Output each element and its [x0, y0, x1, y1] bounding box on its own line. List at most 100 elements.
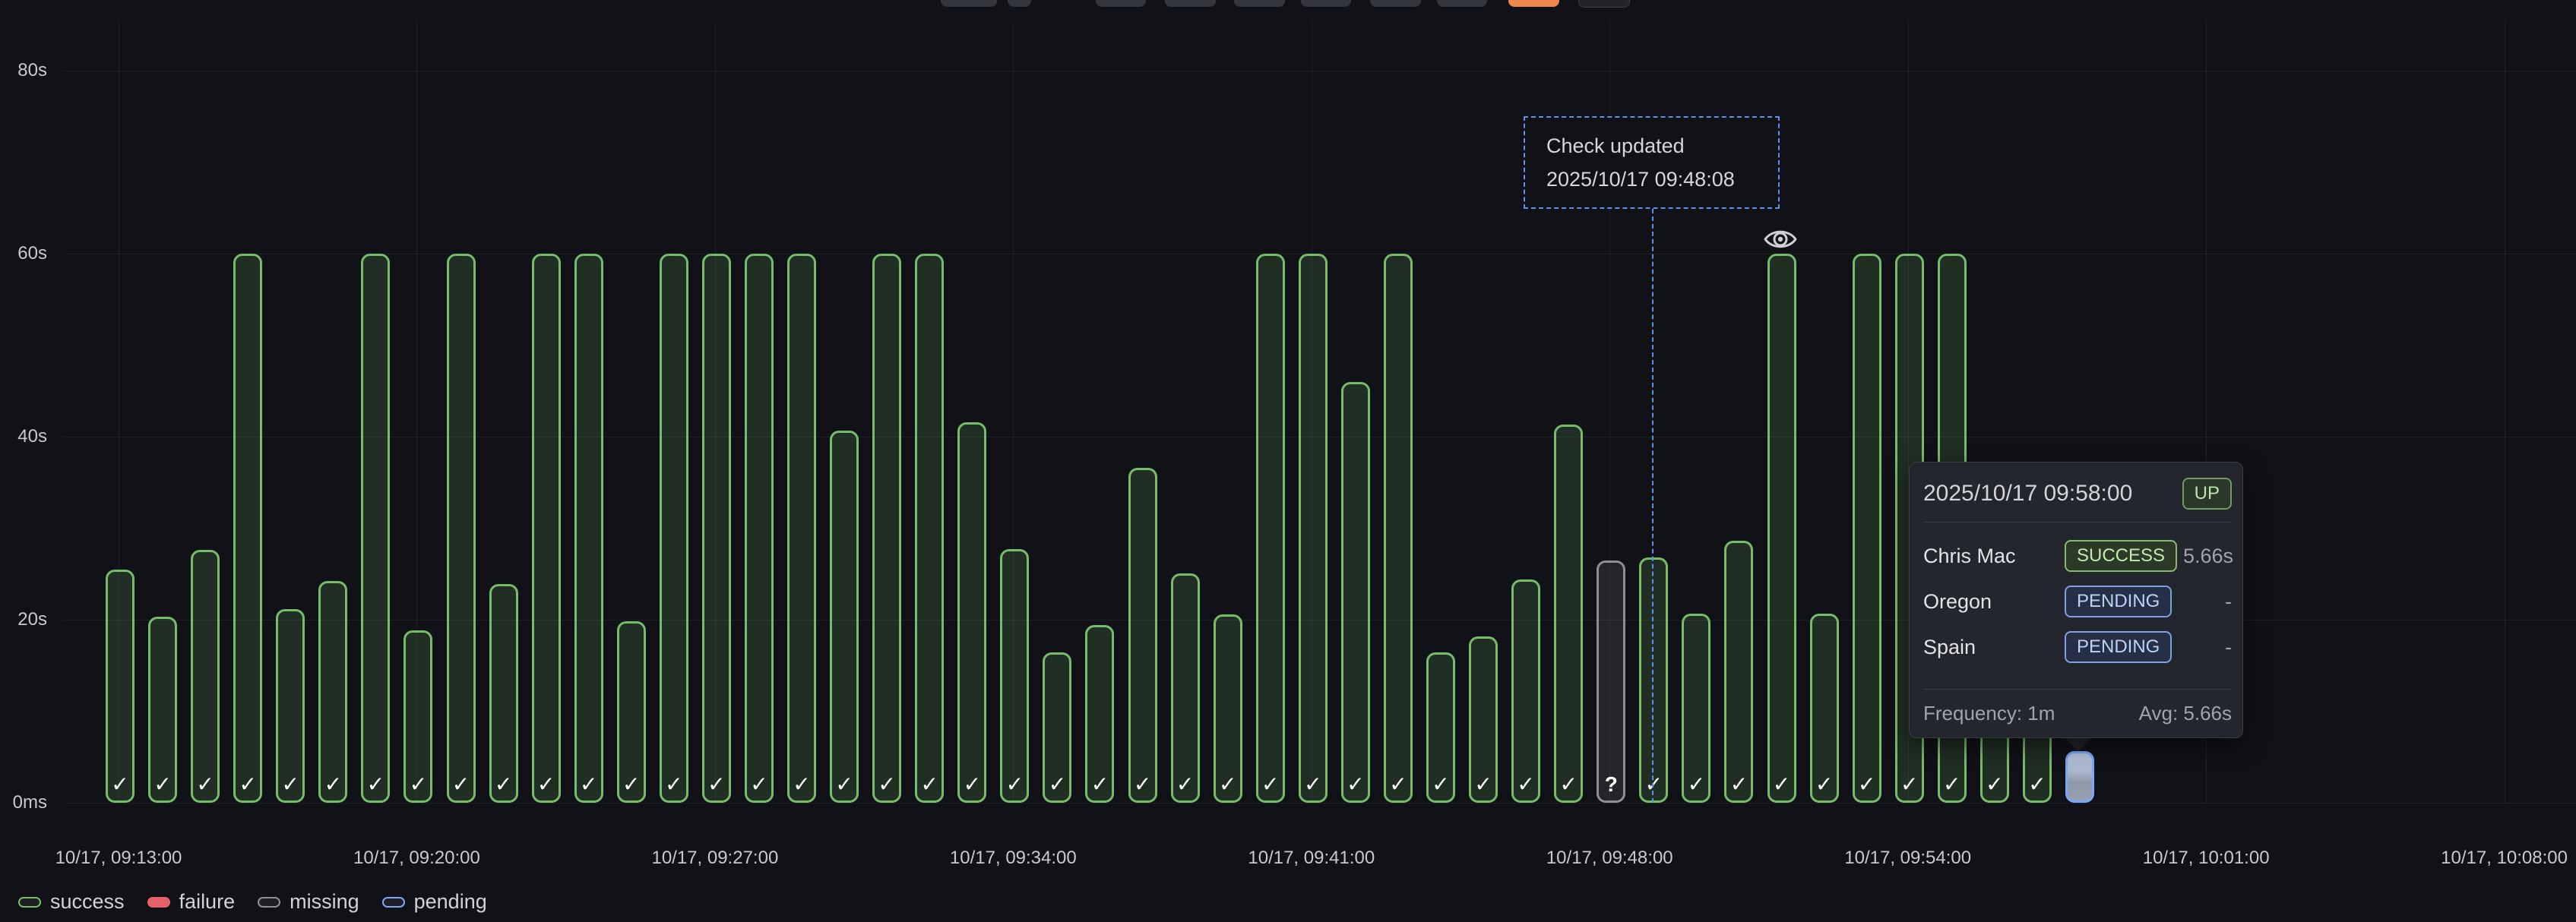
check-bar-09-39[interactable]: ✓: [1214, 614, 1242, 803]
check-bar-09-17[interactable]: ✓: [276, 609, 305, 803]
check-bar-09-51[interactable]: ✓: [1724, 541, 1753, 803]
x-axis-tick-label: 10/17, 09:48:00: [1511, 848, 1708, 869]
check-bar-09-59[interactable]: [2065, 751, 2094, 803]
checkmark-icon: ✓: [1940, 772, 1964, 797]
check-bar-09-21[interactable]: ✓: [447, 254, 476, 803]
check-bar-09-13[interactable]: ✓: [106, 570, 134, 803]
toolbar-button-7[interactable]: [1370, 0, 1421, 7]
checkmark-icon: ✓: [193, 772, 217, 797]
legend-item-pending[interactable]: pending: [382, 890, 487, 914]
checkmark-icon: ✓: [1045, 772, 1069, 797]
check-bar-09-22[interactable]: ✓: [489, 584, 518, 803]
checkmark-icon: ✓: [406, 772, 430, 797]
toolbar-button-2[interactable]: [1008, 0, 1031, 7]
check-bar-09-23[interactable]: ✓: [532, 254, 561, 803]
check-bar-09-20[interactable]: ✓: [403, 630, 432, 803]
check-bar-09-36[interactable]: ✓: [1085, 625, 1114, 803]
checkmark-icon: ✓: [1216, 772, 1240, 797]
check-bar-09-28[interactable]: ✓: [745, 254, 774, 803]
legend-label: success: [50, 890, 125, 914]
check-bar-09-33[interactable]: ✓: [957, 422, 986, 803]
checkmark-icon: ✓: [747, 772, 771, 797]
checkmark-icon: ✓: [1258, 772, 1283, 797]
check-bar-09-24[interactable]: ✓: [574, 254, 603, 803]
horizontal-gridline: [64, 803, 2576, 804]
checkmark-icon: ✓: [960, 772, 984, 797]
checkmark-icon: ✓: [534, 772, 559, 797]
annotation-title: Check updated: [1546, 129, 1771, 163]
toolbar-button-8[interactable]: [1437, 0, 1487, 7]
toolbar-button-9[interactable]: [1508, 0, 1559, 7]
annotation-box[interactable]: Check updated 2025/10/17 09:48:08: [1524, 116, 1780, 209]
check-bar-09-52[interactable]: ✓: [1767, 254, 1796, 803]
check-bar-09-31[interactable]: ✓: [872, 254, 901, 803]
checkmark-icon: ✓: [150, 772, 175, 797]
y-axis-tick-label: 20s: [0, 609, 47, 630]
checkmark-icon: ✓: [1897, 772, 1922, 797]
checkmark-icon: ✓: [2025, 772, 2049, 797]
checkmark-icon: ✓: [662, 772, 686, 797]
toolbar-button-1[interactable]: [941, 0, 997, 7]
check-bar-09-53[interactable]: ✓: [1810, 614, 1839, 803]
check-bar-09-45[interactable]: ✓: [1469, 636, 1498, 803]
check-bar-09-15[interactable]: ✓: [191, 550, 220, 803]
checkmark-icon: ✓: [1386, 772, 1410, 797]
legend-label: pending: [414, 890, 487, 914]
y-axis-tick-label: 40s: [0, 426, 47, 447]
check-bar-09-43[interactable]: ✓: [1384, 254, 1413, 803]
question-mark-icon: ?: [1599, 772, 1623, 797]
tooltip-caret: [2064, 737, 2093, 751]
check-bar-09-30[interactable]: ✓: [830, 431, 859, 803]
probe-name: Oregon: [1923, 590, 2065, 614]
uptime-check-panel: 80s60s40s20s0ms10/17, 09:13:0010/17, 09:…: [0, 0, 2576, 922]
check-bar-09-44[interactable]: ✓: [1426, 652, 1455, 803]
tooltip-row-spain: Spain PENDING -: [1923, 624, 2232, 670]
check-bar-09-16[interactable]: ✓: [233, 254, 262, 803]
check-bar-09-42[interactable]: ✓: [1341, 382, 1370, 803]
check-bar-09-41[interactable]: ✓: [1299, 254, 1328, 803]
check-bar-09-35[interactable]: ✓: [1043, 652, 1071, 803]
checkmark-icon: ✓: [875, 772, 899, 797]
toolbar-button-3[interactable]: [1096, 0, 1146, 7]
check-bar-09-37[interactable]: ✓: [1128, 468, 1157, 803]
legend-item-success[interactable]: success: [18, 890, 125, 914]
check-bar-09-34[interactable]: ✓: [1000, 549, 1029, 803]
toolbar-button-4[interactable]: [1165, 0, 1216, 7]
toolbar-button-5[interactable]: [1234, 0, 1285, 7]
y-axis-tick-label: 80s: [0, 60, 47, 81]
x-axis-tick-label: 10/17, 09:54:00: [1809, 848, 2007, 869]
legend-item-missing[interactable]: missing: [258, 890, 359, 914]
check-bar-09-29[interactable]: ✓: [787, 254, 816, 803]
eye-icon[interactable]: [1763, 226, 1798, 257]
legend-item-failure[interactable]: failure: [147, 890, 236, 914]
check-bar-09-18[interactable]: ✓: [318, 581, 347, 803]
check-bar-09-48[interactable]: ?: [1597, 560, 1625, 803]
checkmark-icon: ✓: [1131, 772, 1155, 797]
check-bar-09-46[interactable]: ✓: [1511, 579, 1540, 803]
check-bar-09-26[interactable]: ✓: [660, 254, 688, 803]
toolbar-button-10[interactable]: [1578, 0, 1630, 8]
toolbar-button-6[interactable]: [1301, 0, 1351, 7]
check-bar-09-38[interactable]: ✓: [1171, 573, 1200, 803]
check-bar-09-47[interactable]: ✓: [1554, 425, 1583, 803]
check-bar-09-54[interactable]: ✓: [1853, 254, 1881, 803]
check-bar-09-50[interactable]: ✓: [1682, 614, 1710, 803]
check-bar-09-14[interactable]: ✓: [148, 617, 177, 803]
check-bar-09-32[interactable]: ✓: [915, 254, 944, 803]
checkmark-icon: ✓: [577, 772, 601, 797]
x-axis-tick-label: 10/17, 09:13:00: [20, 848, 217, 869]
legend-swatch-failure: [147, 897, 170, 908]
check-bar-09-27[interactable]: ✓: [702, 254, 731, 803]
check-bar-09-40[interactable]: ✓: [1256, 254, 1285, 803]
tooltip-row-chris-mac: Chris Mac SUCCESS 5.66s: [1923, 533, 2232, 579]
x-axis-tick-label: 10/17, 09:20:00: [318, 848, 515, 869]
check-bar-09-19[interactable]: ✓: [361, 254, 390, 803]
checkmark-icon: ✓: [1770, 772, 1794, 797]
check-bar-09-49[interactable]: ✓: [1639, 557, 1668, 803]
tooltip-frequency: Frequency: 1m: [1923, 702, 2055, 725]
chart-legend: success failure missing pending: [18, 890, 487, 914]
checkmark-icon: ✓: [832, 772, 856, 797]
check-bar-09-25[interactable]: ✓: [617, 621, 646, 803]
checkmark-icon: ✓: [704, 772, 729, 797]
tooltip-row-oregon: Oregon PENDING -: [1923, 579, 2232, 624]
